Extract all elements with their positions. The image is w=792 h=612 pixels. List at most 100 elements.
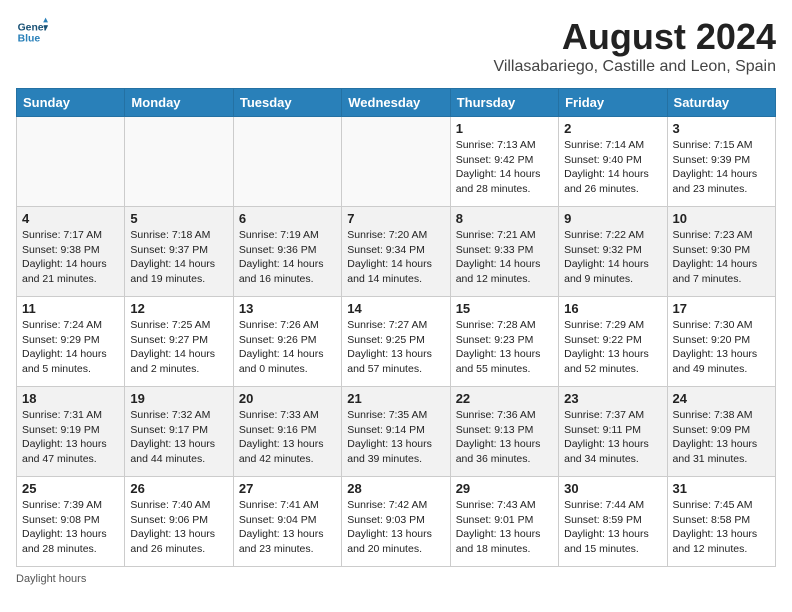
day-number: 31 [673, 481, 770, 496]
calendar-cell: 18 Sunrise: 7:31 AM Sunset: 9:19 PM Dayli… [17, 387, 125, 477]
day-info: Sunrise: 7:26 AM Sunset: 9:26 PM Dayligh… [239, 318, 336, 377]
day-number: 1 [456, 121, 553, 136]
day-number: 17 [673, 301, 770, 316]
day-info: Sunrise: 7:35 AM Sunset: 9:14 PM Dayligh… [347, 408, 444, 467]
day-info: Sunrise: 7:32 AM Sunset: 9:17 PM Dayligh… [130, 408, 227, 467]
day-info: Sunrise: 7:38 AM Sunset: 9:09 PM Dayligh… [673, 408, 770, 467]
calendar-cell: 25 Sunrise: 7:39 AM Sunset: 9:08 PM Dayli… [17, 477, 125, 567]
day-number: 14 [347, 301, 444, 316]
day-number: 19 [130, 391, 227, 406]
day-info: Sunrise: 7:41 AM Sunset: 9:04 PM Dayligh… [239, 498, 336, 557]
calendar-cell: 1Sunrise: 7:13 AM Sunset: 9:42 PM Daylig… [450, 117, 558, 207]
calendar-cell [342, 117, 450, 207]
day-number: 13 [239, 301, 336, 316]
day-number: 15 [456, 301, 553, 316]
calendar-cell: 11 Sunrise: 7:24 AM Sunset: 9:29 PM Dayli… [17, 297, 125, 387]
weekday-header-wednesday: Wednesday [342, 89, 450, 117]
day-number: 9 [564, 211, 661, 226]
day-info: Sunrise: 7:24 AM Sunset: 9:29 PM Dayligh… [22, 318, 119, 377]
calendar-cell: 2 Sunrise: 7:14 AM Sunset: 9:40 PM Daylig… [559, 117, 667, 207]
calendar-week-2: 4Sunrise: 7:17 AM Sunset: 9:38 PM Daylig… [17, 207, 776, 297]
day-number: 6 [239, 211, 336, 226]
day-number: 11 [22, 301, 119, 316]
day-number: 30 [564, 481, 661, 496]
calendar-cell: 27 Sunrise: 7:41 AM Sunset: 9:04 PM Dayli… [233, 477, 341, 567]
calendar-cell: 15Sunrise: 7:28 AM Sunset: 9:23 PM Dayli… [450, 297, 558, 387]
day-info: Sunrise: 7:15 AM Sunset: 9:39 PM Dayligh… [673, 138, 770, 197]
weekday-header-saturday: Saturday [667, 89, 775, 117]
weekday-header-row: SundayMondayTuesdayWednesdayThursdayFrid… [17, 89, 776, 117]
day-info: Sunrise: 7:14 AM Sunset: 9:40 PM Dayligh… [564, 138, 661, 197]
calendar-cell: 22Sunrise: 7:36 AM Sunset: 9:13 PM Dayli… [450, 387, 558, 477]
day-number: 7 [347, 211, 444, 226]
calendar-cell: 20 Sunrise: 7:33 AM Sunset: 9:16 PM Dayli… [233, 387, 341, 477]
weekday-header-friday: Friday [559, 89, 667, 117]
calendar-cell: 3 Sunrise: 7:15 AM Sunset: 9:39 PM Daylig… [667, 117, 775, 207]
day-number: 22 [456, 391, 553, 406]
day-info: Sunrise: 7:43 AM Sunset: 9:01 PM Dayligh… [456, 498, 553, 557]
day-number: 12 [130, 301, 227, 316]
calendar-cell: 8Sunrise: 7:21 AM Sunset: 9:33 PM Daylig… [450, 207, 558, 297]
svg-text:General: General [18, 22, 48, 33]
day-info: Sunrise: 7:27 AM Sunset: 9:25 PM Dayligh… [347, 318, 444, 377]
calendar-cell: 7Sunrise: 7:20 AM Sunset: 9:34 PM Daylig… [342, 207, 450, 297]
calendar-cell: 23 Sunrise: 7:37 AM Sunset: 9:11 PM Dayli… [559, 387, 667, 477]
calendar-cell: 4Sunrise: 7:17 AM Sunset: 9:38 PM Daylig… [17, 207, 125, 297]
weekday-header-tuesday: Tuesday [233, 89, 341, 117]
day-info: Sunrise: 7:39 AM Sunset: 9:08 PM Dayligh… [22, 498, 119, 557]
day-number: 3 [673, 121, 770, 136]
day-info: Sunrise: 7:25 AM Sunset: 9:27 PM Dayligh… [130, 318, 227, 377]
day-number: 21 [347, 391, 444, 406]
calendar-week-1: 1Sunrise: 7:13 AM Sunset: 9:42 PM Daylig… [17, 117, 776, 207]
calendar-cell: 13 Sunrise: 7:26 AM Sunset: 9:26 PM Dayli… [233, 297, 341, 387]
calendar-cell: 10Sunrise: 7:23 AM Sunset: 9:30 PM Dayli… [667, 207, 775, 297]
calendar-week-3: 11 Sunrise: 7:24 AM Sunset: 9:29 PM Dayli… [17, 297, 776, 387]
day-number: 4 [22, 211, 119, 226]
day-info: Sunrise: 7:22 AM Sunset: 9:32 PM Dayligh… [564, 228, 661, 287]
logo: General Blue [16, 16, 48, 48]
day-number: 2 [564, 121, 661, 136]
day-number: 25 [22, 481, 119, 496]
calendar-cell: 12 Sunrise: 7:25 AM Sunset: 9:27 PM Dayli… [125, 297, 233, 387]
day-number: 26 [130, 481, 227, 496]
calendar-cell: 30 Sunrise: 7:44 AM Sunset: 8:59 PM Dayli… [559, 477, 667, 567]
calendar-cell: 29 Sunrise: 7:43 AM Sunset: 9:01 PM Dayli… [450, 477, 558, 567]
weekday-header-sunday: Sunday [17, 89, 125, 117]
svg-text:Blue: Blue [18, 34, 41, 45]
logo-icon: General Blue [16, 16, 48, 48]
day-info: Sunrise: 7:37 AM Sunset: 9:11 PM Dayligh… [564, 408, 661, 467]
day-info: Sunrise: 7:31 AM Sunset: 9:19 PM Dayligh… [22, 408, 119, 467]
calendar-week-5: 25 Sunrise: 7:39 AM Sunset: 9:08 PM Dayli… [17, 477, 776, 567]
day-number: 24 [673, 391, 770, 406]
day-info: Sunrise: 7:40 AM Sunset: 9:06 PM Dayligh… [130, 498, 227, 557]
title-area: August 2024 Villasabariego, Castille and… [493, 16, 776, 76]
day-number: 28 [347, 481, 444, 496]
calendar-cell: 5Sunrise: 7:18 AM Sunset: 9:37 PM Daylig… [125, 207, 233, 297]
day-info: Sunrise: 7:45 AM Sunset: 8:58 PM Dayligh… [673, 498, 770, 557]
day-number: 27 [239, 481, 336, 496]
day-number: 20 [239, 391, 336, 406]
calendar-cell: 14 Sunrise: 7:27 AM Sunset: 9:25 PM Dayli… [342, 297, 450, 387]
location-title: Villasabariego, Castille and Leon, Spain [493, 58, 776, 76]
calendar-cell: 6 Sunrise: 7:19 AM Sunset: 9:36 PM Daylig… [233, 207, 341, 297]
calendar-cell [17, 117, 125, 207]
footer-note: Daylight hours [16, 573, 776, 585]
day-number: 29 [456, 481, 553, 496]
calendar-cell [125, 117, 233, 207]
calendar-week-4: 18 Sunrise: 7:31 AM Sunset: 9:19 PM Dayli… [17, 387, 776, 477]
day-info: Sunrise: 7:44 AM Sunset: 8:59 PM Dayligh… [564, 498, 661, 557]
day-number: 23 [564, 391, 661, 406]
day-info: Sunrise: 7:19 AM Sunset: 9:36 PM Dayligh… [239, 228, 336, 287]
calendar-cell: 26 Sunrise: 7:40 AM Sunset: 9:06 PM Dayli… [125, 477, 233, 567]
header: General Blue August 2024 Villasabariego,… [16, 16, 776, 76]
day-info: Sunrise: 7:33 AM Sunset: 9:16 PM Dayligh… [239, 408, 336, 467]
calendar-cell: 31 Sunrise: 7:45 AM Sunset: 8:58 PM Dayli… [667, 477, 775, 567]
calendar-cell: 24 Sunrise: 7:38 AM Sunset: 9:09 PM Dayli… [667, 387, 775, 477]
day-number: 18 [22, 391, 119, 406]
calendar-cell: 21 Sunrise: 7:35 AM Sunset: 9:14 PM Dayli… [342, 387, 450, 477]
day-info: Sunrise: 7:23 AM Sunset: 9:30 PM Dayligh… [673, 228, 770, 287]
day-number: 8 [456, 211, 553, 226]
calendar-table: SundayMondayTuesdayWednesdayThursdayFrid… [16, 88, 776, 567]
weekday-header-monday: Monday [125, 89, 233, 117]
calendar-cell: 17Sunrise: 7:30 AM Sunset: 9:20 PM Dayli… [667, 297, 775, 387]
